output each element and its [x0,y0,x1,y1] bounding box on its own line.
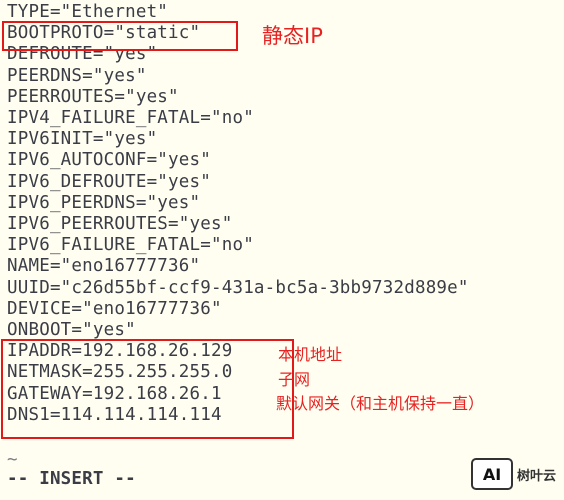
config-line: PEERDNS="yes" [7,65,147,86]
config-line: IPV6_FAILURE_FATAL="no" [7,235,254,256]
ip-address-annotation: 本机地址 [278,345,343,364]
config-line: IPV6INIT="yes" [7,129,158,150]
config-line: UUID="c26d55bf-ccf9-431a-bc5a-3bb9732d88… [7,277,469,298]
config-line: PEERROUTES="yes" [7,86,179,107]
config-line: IPV6_AUTOCONF="yes" [7,150,211,171]
terminal-editor[interactable]: TYPE="Ethernet" BOOTPROTO="static" DEFROUT… [0,0,564,500]
watermark-text: 树叶云 [516,468,556,484]
ai-logo-icon: AI [470,458,513,490]
config-line: IPV4_FAILURE_FATAL="no" [7,108,254,128]
config-line: IPV6_PEERDNS="yes" [7,192,201,213]
subnet-annotation: 子网 [278,370,311,389]
empty-line-tilde: ~ [7,450,18,470]
insert-mode-status: -- INSERT -- [7,469,136,489]
watermark: AI 树叶云 [470,458,556,490]
gateway-annotation: 默认网关（和主机保持一直） [276,394,485,413]
config-line: IPV6_DEFROUTE="yes" [7,171,211,192]
bootproto-highlight-box [2,21,238,51]
config-line: DEVICE="eno16777736" [7,298,222,319]
config-line: ONBOOT="yes" [7,320,136,340]
config-line: TYPE="Ethernet" [7,2,169,22]
network-settings-highlight-box [1,339,294,439]
config-line: IPV6_PEERROUTES="yes" [7,214,233,234]
static-ip-annotation: 静态IP [262,24,323,48]
config-line: NAME="eno16777736" [7,256,201,277]
